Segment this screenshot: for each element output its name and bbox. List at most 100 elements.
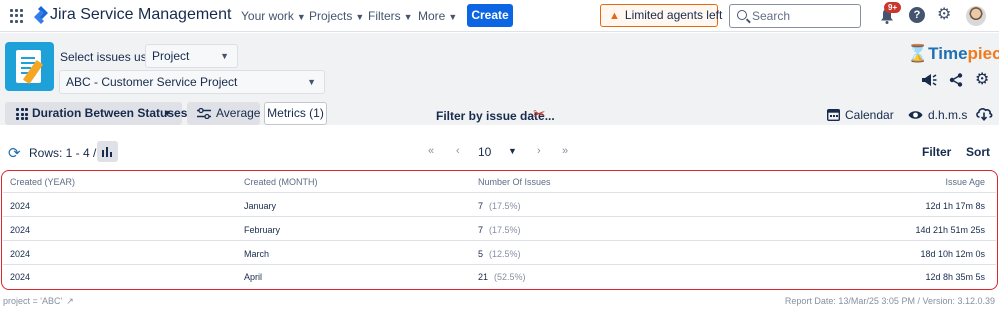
timepiece-logo: ⌛Timepiece <box>907 44 999 64</box>
calendar-button[interactable]: Calendar <box>827 108 894 122</box>
report-type-dropdown[interactable]: Duration Between Statuses ▼ <box>5 102 187 125</box>
notepad-pencil-icon <box>5 42 54 91</box>
count-value: 7 <box>478 225 484 235</box>
sort-button[interactable]: Sort <box>966 145 990 159</box>
app-switcher-icon[interactable] <box>10 9 24 23</box>
notification-badge: 9+ <box>884 2 902 13</box>
search-placeholder: Search <box>752 9 791 23</box>
chevron-down-icon[interactable]: ▼ <box>508 146 517 156</box>
gear-icon[interactable]: ⚙ <box>975 72 989 88</box>
eye-icon <box>908 111 923 119</box>
column-header-count[interactable]: Number Of Issues <box>478 177 551 187</box>
count-percent: (17.5%) <box>489 225 521 235</box>
column-header-month[interactable]: Created (MONTH) <box>244 177 318 187</box>
limited-agents-button[interactable]: ▲ Limited agents left <box>600 4 722 27</box>
share-icon[interactable] <box>949 73 963 87</box>
chevron-down-icon: ▼ <box>307 77 316 87</box>
count-value: 21 <box>478 272 489 282</box>
cell-count[interactable]: 21 (52.5%) <box>478 272 526 282</box>
row-divider <box>3 240 996 241</box>
report-info: Report Date: 13/Mar/25 3:05 PM / Version… <box>784 296 995 306</box>
avatar[interactable] <box>966 6 986 26</box>
nav-filters-label: Filters <box>368 9 401 23</box>
cell-month: February <box>244 225 281 235</box>
average-button[interactable]: Average <box>187 102 260 125</box>
limited-agents-label: Limited agents left <box>624 8 723 22</box>
search-input[interactable]: Search <box>729 4 861 28</box>
sliders-icon <box>197 108 211 119</box>
cell-year: 2024 <box>10 225 31 235</box>
last-page-button[interactable]: » <box>562 145 568 157</box>
nav-projects-label: Projects <box>309 9 353 23</box>
project-dropdown[interactable]: ABC - Customer Service Project ▼ <box>59 70 325 94</box>
count-value: 7 <box>478 201 484 211</box>
cell-count[interactable]: 7 (17.5%) <box>478 225 521 235</box>
header-divider <box>3 192 996 193</box>
column-header-issue-age[interactable]: Issue Age <box>945 177 985 187</box>
metrics-button[interactable]: Metrics (1) <box>264 102 327 125</box>
page-size-select[interactable]: 10 <box>478 145 491 159</box>
calendar-icon <box>827 109 840 121</box>
jira-logo-icon[interactable] <box>33 6 49 24</box>
first-page-button[interactable]: « <box>428 145 434 157</box>
cloud-download-icon[interactable] <box>975 106 993 121</box>
create-button[interactable]: Create <box>467 4 513 27</box>
cell-year: 2024 <box>10 249 31 259</box>
select-mode-dropdown[interactable]: Project ▼ <box>145 44 238 68</box>
timepiece-brand-time: Time <box>928 44 968 63</box>
warning-icon: ▲ <box>609 10 620 22</box>
count-percent: (12.5%) <box>489 249 521 259</box>
nav-more-label: More <box>418 9 446 23</box>
chevron-down-icon: ▼ <box>448 12 458 22</box>
cell-issue-age: 14d 21h 51m 25s <box>915 225 985 235</box>
jql-query-link[interactable]: project = 'ABC' ↗ <box>3 296 74 307</box>
nav-your-work-label: Your work <box>241 9 294 23</box>
cell-issue-age: 12d 8h 35m 5s <box>925 272 985 282</box>
average-label: Average <box>216 106 261 120</box>
hourglass-icon: ⌛ <box>907 44 929 63</box>
search-icon <box>737 10 747 20</box>
nav-more[interactable]: More ▼ <box>418 9 457 23</box>
time-format-button[interactable]: d.h.m.s <box>908 108 967 122</box>
chevron-down-icon: ▼ <box>403 12 413 22</box>
nav-projects[interactable]: Projects ▼ <box>309 9 364 23</box>
count-value: 5 <box>478 249 484 259</box>
cell-month: January <box>244 201 277 211</box>
row-divider <box>3 216 996 217</box>
chevron-down-icon: ▼ <box>355 12 365 22</box>
cell-year: 2024 <box>10 272 31 282</box>
count-percent: (17.5%) <box>489 201 521 211</box>
column-header-year[interactable]: Created (YEAR) <box>10 177 75 187</box>
jql-text: project = 'ABC' <box>3 296 63 306</box>
chevron-down-icon: ▼ <box>163 108 172 118</box>
cell-count[interactable]: 5 (12.5%) <box>478 249 521 259</box>
nav-your-work[interactable]: Your work ▼ <box>241 9 306 23</box>
chart-toggle-button[interactable] <box>97 141 118 162</box>
row-divider <box>3 264 996 265</box>
cell-issue-age: 12d 1h 17m 8s <box>925 201 985 211</box>
external-link-icon: ↗ <box>66 296 74 306</box>
help-icon[interactable]: ? <box>909 7 925 23</box>
chevron-down-icon: ▼ <box>220 51 229 61</box>
select-mode-value: Project <box>152 49 190 63</box>
next-page-button[interactable]: › <box>537 145 541 157</box>
nav-filters[interactable]: Filters ▼ <box>368 9 413 23</box>
announce-icon[interactable] <box>921 73 937 87</box>
filter-button[interactable]: Filter <box>922 145 951 159</box>
cell-issue-age: 18d 10h 12m 0s <box>920 249 985 259</box>
rows-count: Rows: 1 - 4 / 4 <box>29 146 107 160</box>
app-title[interactable]: Jira Service Management <box>50 6 231 24</box>
count-percent: (52.5%) <box>494 272 526 282</box>
cell-month: April <box>244 272 263 282</box>
gear-icon[interactable]: ⚙ <box>937 7 951 23</box>
cell-month: March <box>244 249 270 259</box>
cell-count[interactable]: 7 (17.5%) <box>478 201 521 211</box>
prev-page-button[interactable]: ‹ <box>456 145 460 157</box>
calendar-label: Calendar <box>845 108 894 122</box>
grid-dots-icon <box>16 108 28 120</box>
chevron-down-icon: ▼ <box>296 12 306 22</box>
cell-year: 2024 <box>10 201 31 211</box>
timepiece-brand-piece: piece <box>967 44 999 63</box>
scissors-icon[interactable]: ✂ <box>533 105 546 123</box>
refresh-icon[interactable]: ⟳ <box>8 144 21 162</box>
